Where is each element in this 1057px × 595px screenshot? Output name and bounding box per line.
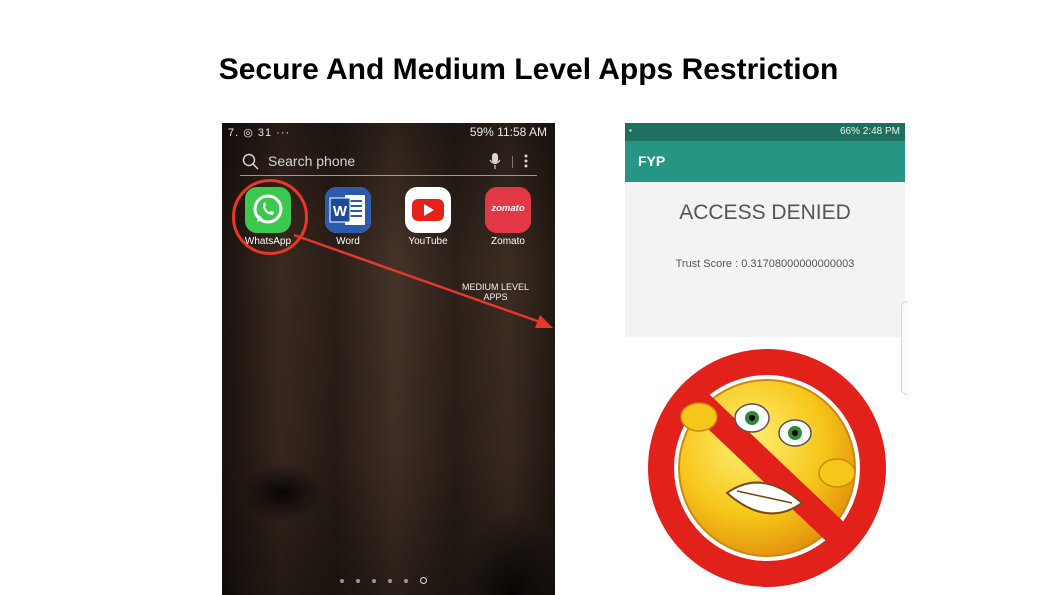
app-bar: FYP <box>625 141 905 182</box>
prohibited-emoji <box>645 346 889 590</box>
access-denied-message: ACCESS DENIED <box>679 201 851 224</box>
trust-score: Trust Score : 0.31708000000000003 <box>675 258 855 270</box>
annotation-line-1: MEDIUM LEVEL <box>461 282 530 292</box>
status-right-info: 66% 2:48 PM <box>839 126 900 137</box>
annotation-arrow <box>293 233 553 328</box>
annotation-line-2: APPS <box>483 292 508 302</box>
app-title: FYP <box>638 153 666 169</box>
medium-level-label: MEDIUM LEVEL APPS <box>448 282 543 302</box>
page-dot-current[interactable] <box>420 577 427 585</box>
page-dot[interactable] <box>404 578 408 583</box>
page-dot[interactable] <box>372 578 376 583</box>
page-dot[interactable] <box>356 578 360 583</box>
phone-access-denied: ▪ 66% 2:48 PM FYP ACCESS DENIED Trust Sc… <box>625 123 905 337</box>
status-bar: ▪ 66% 2:48 PM <box>625 123 905 141</box>
slide-title: Secure And Medium Level Apps Restriction <box>218 53 839 86</box>
page-dot[interactable] <box>340 578 344 583</box>
page-indicator <box>334 572 433 590</box>
page-dot[interactable] <box>388 578 392 583</box>
phone-home-screen: 7. ◎ 31 ··· 59% 11:58 AM Search phone Wh… <box>222 123 555 595</box>
status-left-icon: ▪ <box>629 126 632 135</box>
